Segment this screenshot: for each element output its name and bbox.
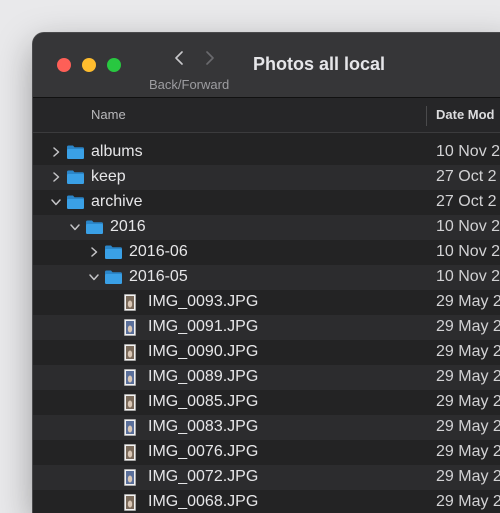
item-date-modified: 10 Nov 2 (436, 143, 500, 160)
date-modified-column-header[interactable]: Date Mod (436, 107, 495, 122)
item-name: IMG_0091.JPG (148, 318, 259, 335)
column-header-bar: Name Date Mod (33, 98, 500, 133)
image-file-icon (124, 369, 136, 386)
chevron-down-icon[interactable] (89, 272, 99, 282)
image-file-icon (124, 394, 136, 411)
file-row[interactable]: IMG_0076.JPG 29 May 2 (33, 440, 500, 465)
item-date-modified: 10 Nov 2 (436, 268, 500, 285)
folder-row[interactable]: 2016 10 Nov 2 (33, 215, 500, 240)
file-row[interactable]: IMG_0091.JPG 29 May 2 (33, 315, 500, 340)
item-name: 2016-06 (129, 243, 188, 260)
chevron-down-icon[interactable] (51, 197, 61, 207)
file-row[interactable]: IMG_0089.JPG 29 May 2 (33, 365, 500, 390)
item-date-modified: 27 Oct 2 (436, 168, 497, 185)
folder-icon (67, 145, 84, 159)
chevron-right-icon[interactable] (89, 247, 99, 257)
item-date-modified: 29 May 2 (436, 318, 500, 335)
close-icon[interactable] (57, 58, 71, 72)
item-date-modified: 29 May 2 (436, 418, 500, 435)
item-name: keep (91, 168, 126, 185)
file-row[interactable]: IMG_0083.JPG 29 May 2 (33, 415, 500, 440)
item-name: IMG_0083.JPG (148, 418, 259, 435)
file-row[interactable]: IMG_0093.JPG 29 May 2 (33, 290, 500, 315)
folder-row[interactable]: keep 27 Oct 2 (33, 165, 500, 190)
column-divider[interactable] (426, 106, 427, 126)
file-row[interactable]: IMG_0085.JPG 29 May 2 (33, 390, 500, 415)
file-list: albums 10 Nov 2 keep 27 Oct 2 archive 27 Oct … (33, 140, 500, 513)
item-name: IMG_0089.JPG (148, 368, 259, 385)
item-date-modified: 29 May 2 (436, 443, 500, 460)
item-date-modified: 29 May 2 (436, 293, 500, 310)
finder-window: Back/Forward Photos all local Name Date … (33, 33, 500, 513)
image-file-icon (124, 294, 136, 311)
chevron-down-icon[interactable] (70, 222, 80, 232)
name-column-header[interactable]: Name (91, 107, 126, 122)
item-date-modified: 27 Oct 2 (436, 193, 497, 210)
folder-row[interactable]: archive 27 Oct 2 (33, 190, 500, 215)
chevron-left-icon[interactable] (173, 51, 185, 65)
folder-icon (105, 245, 122, 259)
item-name: IMG_0093.JPG (148, 293, 259, 310)
folder-icon (105, 270, 122, 284)
chevron-right-icon[interactable] (51, 172, 61, 182)
item-name: IMG_0076.JPG (148, 443, 259, 460)
minimize-icon[interactable] (82, 58, 96, 72)
item-date-modified: 29 May 2 (436, 368, 500, 385)
image-file-icon (124, 469, 136, 486)
title-bar: Back/Forward Photos all local (33, 33, 500, 98)
item-name: archive (91, 193, 143, 210)
chevron-right-icon[interactable] (51, 147, 61, 157)
item-date-modified: 29 May 2 (436, 393, 500, 410)
window-title: Photos all local (253, 54, 386, 74)
image-file-icon (124, 494, 136, 511)
item-name: albums (91, 143, 143, 160)
item-name: 2016 (110, 218, 146, 235)
folder-icon (86, 220, 103, 234)
item-name: IMG_0085.JPG (148, 393, 259, 410)
file-row[interactable]: IMG_0090.JPG 29 May 2 (33, 340, 500, 365)
chevron-right-icon[interactable] (204, 51, 216, 65)
folder-row[interactable]: 2016-05 10 Nov 2 (33, 265, 500, 290)
item-name: IMG_0090.JPG (148, 343, 259, 360)
folder-row[interactable]: 2016-06 10 Nov 2 (33, 240, 500, 265)
image-file-icon (124, 344, 136, 361)
file-row[interactable]: IMG_0068.JPG 29 May 2 (33, 490, 500, 513)
image-file-icon (124, 444, 136, 461)
item-name: IMG_0068.JPG (148, 493, 259, 510)
image-file-icon (124, 319, 136, 336)
item-date-modified: 10 Nov 2 (436, 243, 500, 260)
folder-icon (67, 170, 84, 184)
item-date-modified: 10 Nov 2 (436, 218, 500, 235)
back-forward-label: Back/Forward (149, 77, 230, 92)
item-date-modified: 29 May 2 (436, 343, 500, 360)
image-file-icon (124, 419, 136, 436)
item-name: IMG_0072.JPG (148, 468, 259, 485)
item-date-modified: 29 May 2 (436, 468, 500, 485)
folder-icon (67, 195, 84, 209)
folder-row[interactable]: albums 10 Nov 2 (33, 140, 500, 165)
item-name: 2016-05 (129, 268, 188, 285)
zoom-icon[interactable] (107, 58, 121, 72)
file-row[interactable]: IMG_0072.JPG 29 May 2 (33, 465, 500, 490)
item-date-modified: 29 May 2 (436, 493, 500, 510)
